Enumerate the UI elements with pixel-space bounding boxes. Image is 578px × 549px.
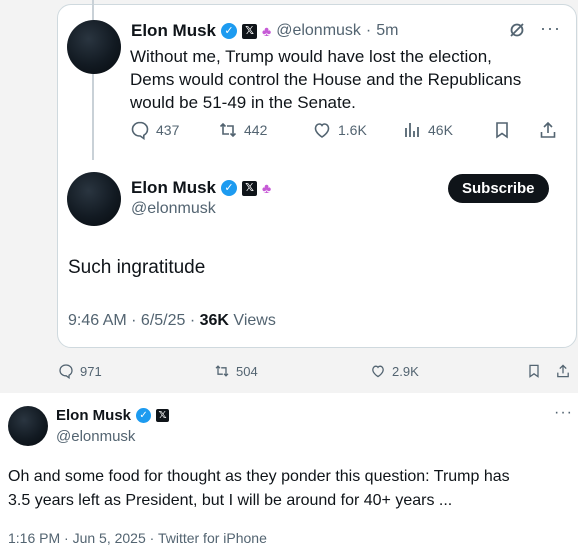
- author-name[interactable]: Elon Musk: [56, 407, 131, 424]
- author-name[interactable]: Elon Musk: [131, 178, 216, 198]
- avatar[interactable]: [67, 172, 121, 226]
- reply-button[interactable]: 437: [130, 120, 179, 140]
- reply-icon: [59, 364, 73, 379]
- person-badge-icon: ♣: [262, 180, 272, 196]
- reply-count: 971: [80, 363, 102, 379]
- views-chart-icon: [405, 123, 419, 137]
- grok-icon[interactable]: [508, 21, 526, 44]
- reply-header: Elon Musk ✓ 𝕏 ♣ @elonmusk · 5m: [131, 21, 398, 41]
- avatar[interactable]: [8, 406, 48, 446]
- more-options-icon[interactable]: ···: [540, 18, 561, 39]
- person-badge-icon: ♣: [262, 23, 272, 39]
- author-handle[interactable]: @elonmusk: [56, 428, 135, 445]
- share-icon: [540, 121, 556, 138]
- share-button[interactable]: [538, 120, 558, 140]
- views-label: Views: [228, 312, 276, 329]
- verified-badge-icon: ✓: [221, 180, 238, 196]
- quoted-main-text: Such ingratitude: [68, 257, 206, 278]
- repost-button[interactable]: 442: [218, 120, 267, 140]
- share-icon: [557, 364, 569, 378]
- repost-icon: [219, 122, 237, 138]
- main-tweet-footer[interactable]: 1:16 PM · Jun 5, 2025 · Twitter for iPho…: [8, 530, 267, 546]
- author-handle[interactable]: @elonmusk: [276, 22, 361, 40]
- verified-badge-icon: ✓: [136, 408, 152, 423]
- x-logo-icon: 𝕏: [156, 409, 170, 422]
- like-count: 2.9K: [392, 363, 419, 379]
- repost-icon: [215, 365, 229, 377]
- like-count: 1.6K: [338, 122, 367, 138]
- heart-icon: [314, 123, 330, 138]
- views-button[interactable]: 46K: [402, 120, 453, 140]
- like-button[interactable]: 1.6K: [312, 120, 367, 140]
- reply-icon: [131, 121, 149, 140]
- text-line: 3.5 years left as President, but I will …: [8, 492, 453, 509]
- x-logo-icon: 𝕏: [242, 180, 258, 196]
- main-tweet-text: Oh and some food for thought as they pon…: [8, 465, 573, 513]
- views-count: 46K: [428, 122, 453, 138]
- repost-count: 442: [244, 122, 268, 138]
- reply-count: 437: [156, 122, 180, 138]
- text-line: Dems would control the House and the Rep…: [130, 70, 522, 89]
- avatar[interactable]: [67, 20, 121, 74]
- subscribe-button[interactable]: Subscribe: [448, 174, 549, 203]
- author-name[interactable]: Elon Musk: [131, 21, 216, 41]
- post-timestamp[interactable]: 9:46 AM · 6/5/25 ·: [68, 312, 200, 329]
- main-tweet-header: Elon Musk ✓ 𝕏: [56, 407, 170, 424]
- bookmark-button[interactable]: [526, 363, 542, 379]
- views-count: 36K: [199, 312, 229, 329]
- x-logo-icon: 𝕏: [242, 23, 258, 39]
- text-line: would be 51-49 in the Senate.: [130, 93, 356, 112]
- quoted-main-meta: 9:46 AM · 6/5/25 · 36K Views: [68, 312, 276, 330]
- repost-button[interactable]: 504: [214, 363, 258, 379]
- verified-badge-icon: ✓: [221, 23, 238, 39]
- bookmark-icon: [496, 122, 508, 139]
- quoted-main-header: Elon Musk ✓ 𝕏 ♣: [131, 178, 271, 198]
- share-button[interactable]: [555, 363, 571, 379]
- reply-tweet-text: Without me, Trump would have lost the el…: [130, 45, 550, 114]
- heart-icon: [372, 365, 384, 378]
- text-line: Oh and some food for thought as they pon…: [8, 468, 510, 485]
- bookmark-icon: [529, 364, 539, 378]
- separator-dot: ·: [365, 22, 372, 39]
- post-time[interactable]: 5m: [376, 22, 398, 40]
- repost-count: 504: [236, 363, 258, 379]
- more-options-icon[interactable]: ···: [554, 404, 573, 422]
- bookmark-button[interactable]: [492, 120, 512, 140]
- like-button[interactable]: 2.9K: [370, 363, 419, 379]
- reply-button[interactable]: 971: [58, 363, 102, 379]
- text-line: Without me, Trump would have lost the el…: [130, 47, 492, 66]
- author-handle[interactable]: @elonmusk: [131, 200, 216, 218]
